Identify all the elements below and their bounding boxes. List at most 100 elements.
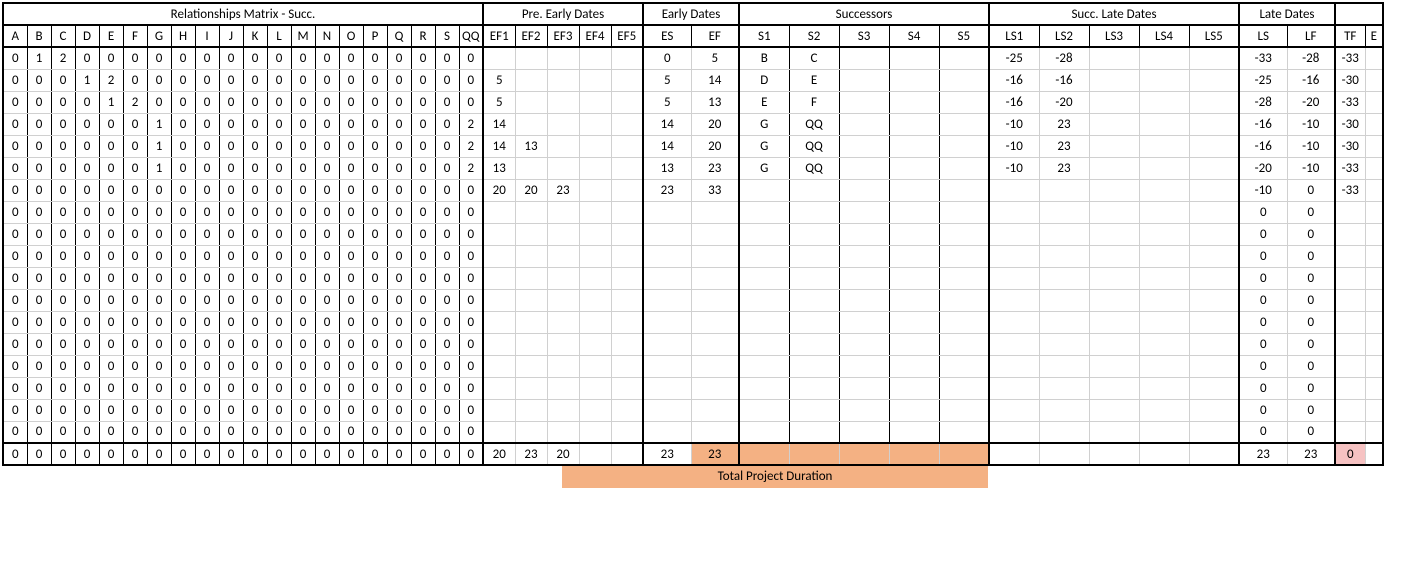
cell[interactable]: 0: [1287, 355, 1335, 377]
cell[interactable]: 0: [291, 201, 315, 223]
cell[interactable]: 0: [1239, 421, 1287, 443]
cell[interactable]: -30: [1335, 69, 1365, 91]
cell[interactable]: 0: [171, 201, 195, 223]
cell[interactable]: 0: [267, 443, 291, 465]
cell[interactable]: 0: [3, 179, 27, 201]
cell[interactable]: 0: [435, 179, 459, 201]
cell[interactable]: 0: [387, 289, 411, 311]
cell[interactable]: 0: [123, 443, 147, 465]
cell[interactable]: [547, 355, 579, 377]
cell[interactable]: [691, 355, 739, 377]
cell[interactable]: 0: [291, 443, 315, 465]
cell[interactable]: [515, 333, 547, 355]
cell[interactable]: [515, 377, 547, 399]
cell[interactable]: 0: [27, 245, 51, 267]
cell[interactable]: [1139, 311, 1189, 333]
cell[interactable]: -28: [1287, 47, 1335, 69]
cell[interactable]: 0: [171, 135, 195, 157]
cell[interactable]: 0: [147, 91, 171, 113]
cell[interactable]: 0: [243, 443, 267, 465]
cell[interactable]: 0: [243, 289, 267, 311]
cell[interactable]: 0: [1239, 267, 1287, 289]
cell[interactable]: 0: [219, 135, 243, 157]
cell[interactable]: -25: [1239, 69, 1287, 91]
cell[interactable]: [1139, 135, 1189, 157]
cell[interactable]: 23: [691, 157, 739, 179]
cell[interactable]: [515, 421, 547, 443]
cell[interactable]: [547, 245, 579, 267]
cell[interactable]: [1365, 179, 1383, 201]
cell[interactable]: 0: [75, 289, 99, 311]
cell[interactable]: 0: [195, 113, 219, 135]
cell[interactable]: 14: [483, 135, 515, 157]
cell[interactable]: 0: [267, 201, 291, 223]
cell[interactable]: [483, 377, 515, 399]
cell[interactable]: 0: [339, 289, 363, 311]
cell[interactable]: [1089, 311, 1139, 333]
cell[interactable]: [1039, 267, 1089, 289]
cell[interactable]: [579, 443, 611, 465]
cell[interactable]: [1139, 223, 1189, 245]
cell[interactable]: 1: [147, 135, 171, 157]
cell[interactable]: 0: [363, 377, 387, 399]
cell[interactable]: 0: [3, 91, 27, 113]
cell[interactable]: 0: [123, 135, 147, 157]
cell[interactable]: [939, 201, 989, 223]
cell[interactable]: 0: [459, 69, 483, 91]
cell[interactable]: 0: [123, 421, 147, 443]
cell[interactable]: [1335, 201, 1365, 223]
cell[interactable]: [1139, 157, 1189, 179]
cell[interactable]: [889, 223, 939, 245]
cell[interactable]: -16: [1287, 69, 1335, 91]
cell[interactable]: [889, 157, 939, 179]
cell[interactable]: 0: [51, 223, 75, 245]
cell[interactable]: [1365, 355, 1383, 377]
cell[interactable]: 0: [243, 179, 267, 201]
cell[interactable]: 0: [99, 289, 123, 311]
cell[interactable]: 0: [243, 47, 267, 69]
cell[interactable]: [939, 443, 989, 465]
cell[interactable]: 1: [27, 47, 51, 69]
cell[interactable]: 5: [643, 69, 691, 91]
cell[interactable]: [579, 223, 611, 245]
cell[interactable]: [483, 421, 515, 443]
cell[interactable]: [939, 47, 989, 69]
cell[interactable]: 5: [691, 47, 739, 69]
cell[interactable]: 0: [1287, 223, 1335, 245]
cell[interactable]: 0: [51, 179, 75, 201]
cell[interactable]: 0: [339, 135, 363, 157]
cell[interactable]: [691, 289, 739, 311]
cell[interactable]: [1039, 223, 1089, 245]
cell[interactable]: [1039, 421, 1089, 443]
cell[interactable]: 0: [267, 223, 291, 245]
cell[interactable]: 0: [291, 135, 315, 157]
cell[interactable]: 0: [435, 157, 459, 179]
cell[interactable]: 0: [291, 69, 315, 91]
cell[interactable]: 0: [99, 179, 123, 201]
cell[interactable]: [739, 421, 789, 443]
cell[interactable]: 0: [75, 113, 99, 135]
cell[interactable]: [515, 355, 547, 377]
cell[interactable]: 0: [3, 377, 27, 399]
cell[interactable]: 1: [147, 113, 171, 135]
cell[interactable]: 0: [411, 421, 435, 443]
cell[interactable]: 0: [339, 157, 363, 179]
cell[interactable]: [789, 311, 839, 333]
cell[interactable]: 0: [99, 311, 123, 333]
cell[interactable]: 0: [99, 333, 123, 355]
cell[interactable]: [483, 223, 515, 245]
cell[interactable]: 0: [27, 113, 51, 135]
cell[interactable]: [611, 157, 643, 179]
cell[interactable]: [1039, 311, 1089, 333]
cell[interactable]: [739, 355, 789, 377]
cell[interactable]: 0: [3, 157, 27, 179]
cell[interactable]: [889, 311, 939, 333]
cell[interactable]: 0: [411, 377, 435, 399]
cell[interactable]: [1139, 179, 1189, 201]
cell[interactable]: 0: [1287, 333, 1335, 355]
cell[interactable]: 0: [27, 69, 51, 91]
cell[interactable]: [789, 399, 839, 421]
cell[interactable]: [579, 245, 611, 267]
cell[interactable]: 0: [195, 179, 219, 201]
cell[interactable]: [939, 289, 989, 311]
